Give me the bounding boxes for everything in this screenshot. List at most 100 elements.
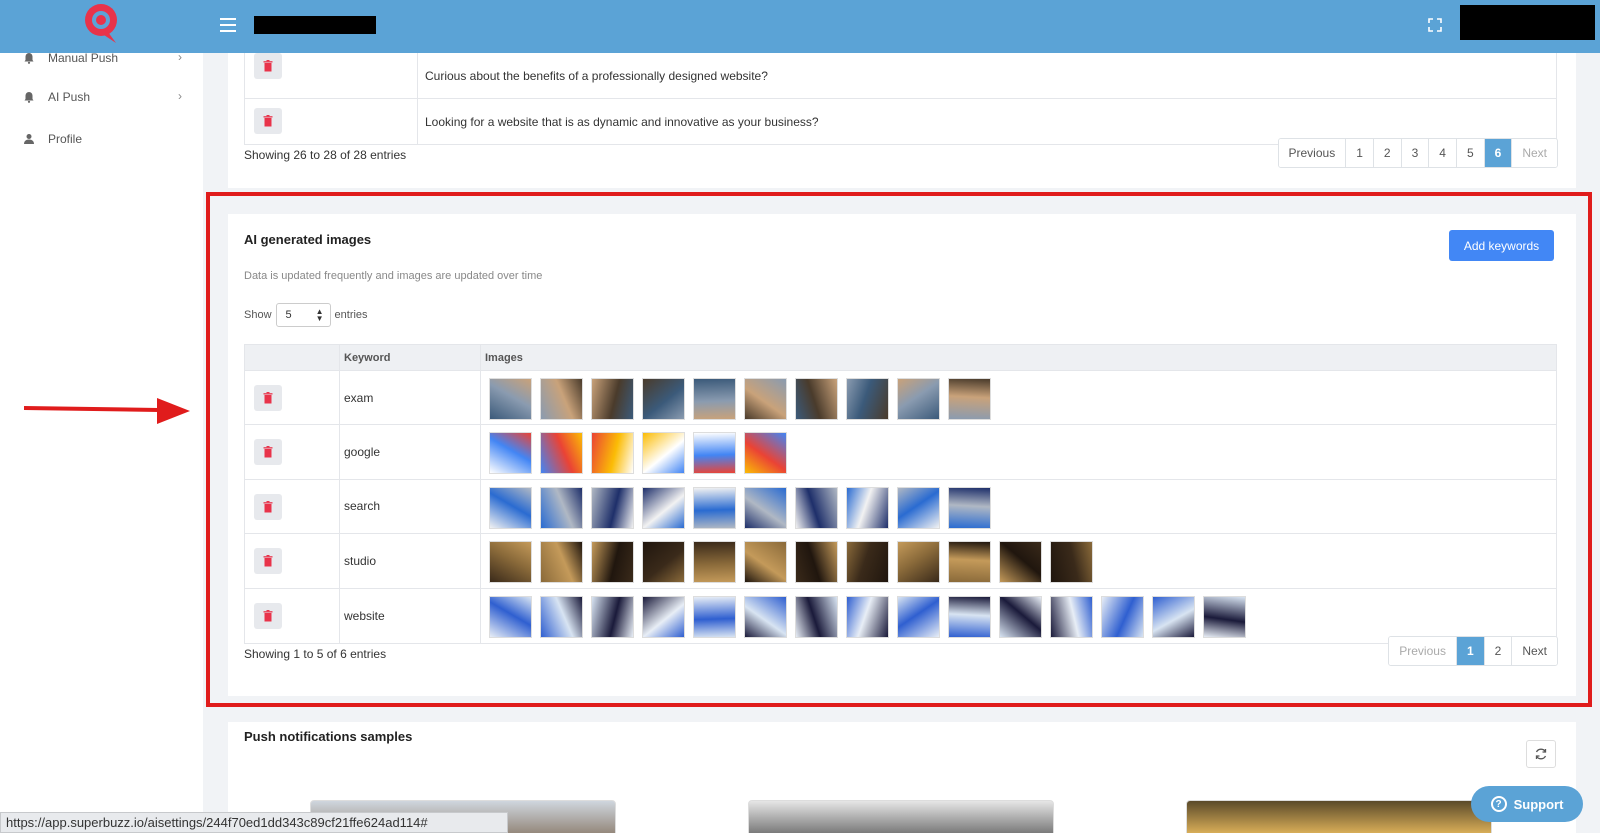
- image-thumbnail[interactable]: [1050, 595, 1093, 638]
- entries-select[interactable]: 5 ▲ ▼: [275, 303, 331, 327]
- table-header: Keyword Images: [245, 345, 1556, 371]
- image-thumbnail[interactable]: [948, 541, 991, 584]
- pagination-page-1[interactable]: 1: [1346, 139, 1374, 167]
- trash-icon: [263, 609, 273, 622]
- image-thumbnail[interactable]: [693, 541, 736, 584]
- image-thumbnail[interactable]: [693, 378, 736, 420]
- image-thumbnail[interactable]: [999, 541, 1042, 584]
- pagination-page-3[interactable]: 3: [1401, 139, 1430, 167]
- image-thumbnail[interactable]: [591, 432, 634, 475]
- bell-icon: [22, 90, 36, 104]
- pagination-page-4[interactable]: 4: [1429, 139, 1457, 167]
- image-thumbnail[interactable]: [642, 541, 685, 584]
- delete-button[interactable]: [254, 493, 282, 520]
- image-thumbnail[interactable]: [744, 595, 787, 638]
- image-thumbnails: [489, 595, 1254, 638]
- superbuzz-logo[interactable]: [78, 1, 126, 47]
- delete-button[interactable]: [254, 53, 282, 79]
- show-entries-control: Show 5 ▲ ▼ entries: [244, 303, 368, 327]
- image-thumbnail[interactable]: [489, 378, 532, 420]
- delete-button[interactable]: [254, 548, 282, 575]
- image-thumbnail[interactable]: [897, 595, 940, 638]
- image-thumbnail[interactable]: [744, 432, 787, 475]
- table-row: Curious about the benefits of a professi…: [245, 53, 1556, 99]
- image-thumbnail[interactable]: [591, 541, 634, 584]
- pagination-next[interactable]: Next: [1512, 139, 1557, 167]
- image-thumbnail[interactable]: [795, 378, 838, 420]
- image-thumbnail[interactable]: [1101, 595, 1144, 638]
- table-row: exam: [245, 371, 1556, 426]
- image-thumbnail[interactable]: [540, 595, 583, 638]
- delete-button[interactable]: [254, 602, 282, 629]
- pagination-previous[interactable]: Previous: [1278, 139, 1347, 167]
- image-thumbnail[interactable]: [846, 486, 889, 529]
- image-thumbnail[interactable]: [795, 486, 838, 529]
- column-header-keyword[interactable]: Keyword: [344, 345, 390, 371]
- image-thumbnail[interactable]: [540, 378, 583, 420]
- pagination-page-6[interactable]: 6: [1484, 139, 1513, 167]
- add-keywords-button[interactable]: Add keywords: [1449, 230, 1554, 261]
- image-thumbnail[interactable]: [591, 486, 634, 529]
- image-thumbnail[interactable]: [795, 541, 838, 584]
- pagination-page-2[interactable]: 2: [1484, 637, 1513, 665]
- image-thumbnail[interactable]: [489, 432, 532, 475]
- image-thumbnail[interactable]: [642, 378, 685, 420]
- image-thumbnail[interactable]: [948, 486, 991, 529]
- image-thumbnail[interactable]: [744, 541, 787, 584]
- sample-notification-image[interactable]: [1186, 800, 1492, 833]
- sidebar-item-ai-push[interactable]: AI Push ›: [22, 86, 182, 108]
- image-thumbnail[interactable]: [1152, 595, 1195, 638]
- image-thumbnail[interactable]: [591, 595, 634, 638]
- show-label: Show: [244, 309, 272, 321]
- image-thumbnail[interactable]: [642, 486, 685, 529]
- image-thumbnail[interactable]: [540, 541, 583, 584]
- image-thumbnail[interactable]: [1203, 595, 1246, 638]
- refresh-button[interactable]: [1526, 740, 1556, 768]
- support-button[interactable]: ? Support: [1471, 786, 1583, 822]
- image-thumbnail[interactable]: [642, 432, 685, 475]
- image-thumbnail[interactable]: [846, 541, 889, 584]
- image-thumbnail[interactable]: [897, 378, 940, 420]
- card-title: Push notifications samples: [244, 729, 413, 744]
- image-thumbnail[interactable]: [642, 595, 685, 638]
- pagination-page-1[interactable]: 1: [1456, 637, 1485, 665]
- redacted-user-menu[interactable]: [1460, 5, 1595, 40]
- trash-icon: [263, 446, 273, 458]
- image-thumbnail[interactable]: [744, 486, 787, 529]
- image-thumbnail[interactable]: [795, 595, 838, 638]
- image-thumbnail[interactable]: [948, 595, 991, 638]
- delete-button[interactable]: [254, 385, 282, 411]
- sidebar-item-profile[interactable]: Profile: [22, 128, 182, 150]
- image-thumbnails: [489, 541, 1101, 584]
- image-thumbnail[interactable]: [1050, 541, 1093, 584]
- card-title: AI generated images: [244, 232, 372, 247]
- image-thumbnail[interactable]: [489, 541, 532, 584]
- image-thumbnail[interactable]: [846, 378, 889, 420]
- image-thumbnail[interactable]: [693, 595, 736, 638]
- image-thumbnail[interactable]: [693, 432, 736, 475]
- image-thumbnail[interactable]: [693, 486, 736, 529]
- pagination-previous[interactable]: Previous: [1389, 637, 1457, 665]
- sample-notification-image[interactable]: [748, 800, 1054, 833]
- image-thumbnail[interactable]: [846, 595, 889, 638]
- image-thumbnail[interactable]: [540, 432, 583, 475]
- image-thumbnail[interactable]: [744, 378, 787, 420]
- entries-label: entries: [334, 309, 368, 321]
- menu-toggle-icon[interactable]: [216, 14, 240, 36]
- column-header-images[interactable]: Images: [485, 345, 523, 371]
- top-bar: [0, 0, 1600, 53]
- pagination-page-2[interactable]: 2: [1373, 139, 1402, 167]
- image-thumbnail[interactable]: [897, 486, 940, 529]
- image-thumbnail[interactable]: [948, 378, 991, 420]
- pagination-next[interactable]: Next: [1512, 637, 1557, 665]
- image-thumbnail[interactable]: [591, 378, 634, 420]
- fullscreen-icon[interactable]: [1424, 14, 1446, 36]
- image-thumbnail[interactable]: [540, 486, 583, 529]
- image-thumbnail[interactable]: [489, 595, 532, 638]
- image-thumbnail[interactable]: [999, 595, 1042, 638]
- delete-button[interactable]: [254, 108, 282, 134]
- delete-button[interactable]: [254, 439, 282, 466]
- pagination-page-5[interactable]: 5: [1456, 139, 1485, 167]
- image-thumbnail[interactable]: [489, 486, 532, 529]
- image-thumbnail[interactable]: [897, 541, 940, 584]
